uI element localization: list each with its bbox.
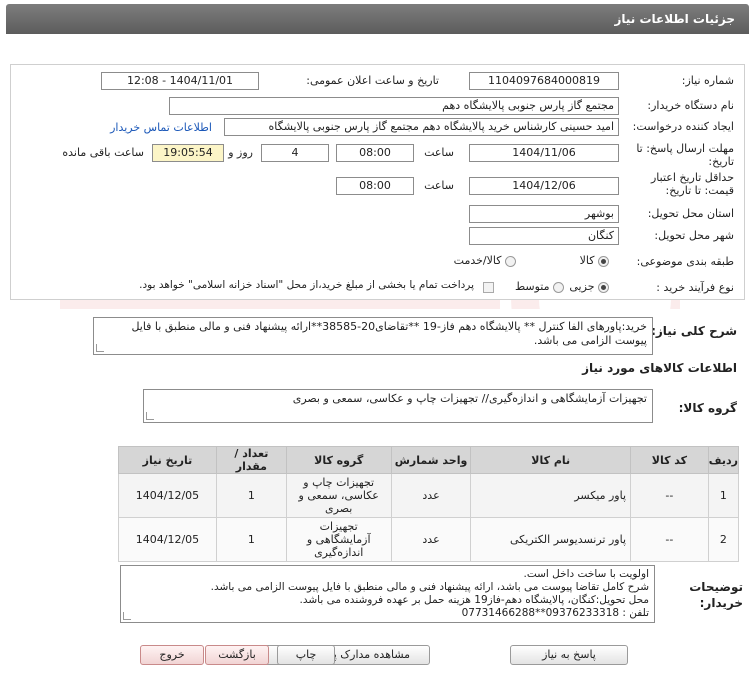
cell-row: 1 <box>707 473 740 518</box>
remaining-time-field: 19:05:54 <box>152 144 224 162</box>
cell-code: -- <box>630 473 709 518</box>
reply-deadline-label: مهلت ارسال پاسخ: تا تاریخ: <box>636 142 734 168</box>
items-table: ردیف کد کالا نام کالا واحد شمارش گروه کا… <box>118 446 740 562</box>
resize-handle-icon[interactable] <box>146 412 154 420</box>
radio-icon[interactable] <box>505 255 516 267</box>
reply-time-field: 08:00 <box>336 144 414 162</box>
col-group: گروه کالا <box>285 446 392 474</box>
payment-note: پرداخت تمام یا بخشی از مبلغ خرید،از محل … <box>139 279 474 291</box>
col-code: کد کالا <box>630 446 709 474</box>
back-button[interactable]: بازگشت <box>205 645 269 665</box>
cell-group: تجهیزات آزمایشگاهی و اندازه‌گیری <box>285 517 392 562</box>
cell-name: پاور میکسر <box>470 473 632 518</box>
radio-icon[interactable] <box>598 255 609 267</box>
table-row[interactable]: 2 -- پاور ترنسدیوسر الکتریکی عدد تجهیزات… <box>118 517 740 562</box>
notes-line: محل تحویل:کنگان، پالایشگاه دهم-فاز19 هزی… <box>299 594 649 606</box>
cell-qty: 1 <box>215 517 287 562</box>
table-row[interactable]: 1 -- پاور میکسر عدد تجهیزات چاپ و عکاسی،… <box>118 473 740 518</box>
process-option-medium[interactable]: متوسط <box>515 280 564 293</box>
notes-line: اولویت با ساخت داخل است. <box>523 568 649 580</box>
cell-unit: عدد <box>390 473 472 518</box>
col-unit: واحد شمارش <box>390 446 472 474</box>
reply-time-label: ساعت <box>424 146 454 159</box>
radio-icon[interactable] <box>553 281 564 293</box>
cell-unit: عدد <box>390 517 472 562</box>
price-time-field: 08:00 <box>336 177 414 195</box>
process-label: نوع فرآیند خرید : <box>656 281 734 294</box>
cell-row: 2 <box>707 517 740 562</box>
need-number-field: 1104097684000819 <box>469 72 619 90</box>
city-field: کنگان <box>469 227 619 245</box>
resize-handle-icon[interactable] <box>96 344 104 352</box>
col-row: ردیف <box>707 446 740 474</box>
price-date-field: 1404/12/06 <box>469 177 619 195</box>
radio-icon[interactable] <box>598 281 609 293</box>
need-info-panel: شماره نیاز: 1104097684000819 تاریخ و ساع… <box>10 64 745 300</box>
page-title: جزئیات اطلاعات نیاز <box>6 4 749 34</box>
print-button[interactable]: چاپ <box>277 645 335 665</box>
cell-date: 1404/12/05 <box>118 517 217 562</box>
buyer-org-field: مجتمع گاز پارس جنوبی پالایشگاه دهم <box>169 97 619 115</box>
goods-group-text: تجهیزات آزمایشگاهی و اندازه‌گیری// تجهیز… <box>292 392 647 405</box>
buyer-notes-textarea: اولویت با ساخت داخل است. شرح کامل تقاضا … <box>120 565 655 623</box>
buyer-contact-link[interactable]: اطلاعات تماس خریدار <box>110 121 212 134</box>
process-option-minor[interactable]: جزیی <box>569 280 609 293</box>
category-option-goods-service[interactable]: کالا/خدمت <box>454 254 516 267</box>
buyer-notes-label: توضیحات خریدار: <box>689 580 743 610</box>
buyer-org-label: نام دستگاه خریدار: <box>647 99 734 112</box>
goods-group-label: گروه کالا: <box>678 401 737 415</box>
table-header-row: ردیف کد کالا نام کالا واحد شمارش گروه کا… <box>118 446 740 474</box>
resize-handle-icon[interactable] <box>123 612 131 620</box>
days-label: روز و <box>228 146 253 159</box>
requester-label: ایجاد کننده درخواست: <box>632 120 734 133</box>
summary-text: خرید:پاورهای الفا کنترل ** پالایشگاه دهم… <box>131 320 647 347</box>
category-label: طبقه بندی موضوعی: <box>636 255 734 268</box>
city-label: شهر محل تحویل: <box>654 229 734 242</box>
cell-group: تجهیزات چاپ و عکاسی، سمعی و بصری <box>285 473 392 518</box>
notes-line: تلفن : 09376233318**07731466288 <box>461 607 649 619</box>
cell-name: پاور ترنسدیوسر الکتریکی <box>470 517 632 562</box>
price-validity-label: حداقل تاریخ اعتبار قیمت: تا تاریخ: <box>650 171 734 197</box>
cell-code: -- <box>630 517 709 562</box>
col-qty: تعداد / مقدار <box>215 446 287 474</box>
requester-field: امید حسینی کارشناس خرید پالایشگاه دهم مج… <box>224 118 619 136</box>
payment-treasury-checkbox[interactable] <box>483 280 494 293</box>
reply-button[interactable]: پاسخ به نیاز <box>510 645 628 665</box>
province-field: بوشهر <box>469 205 619 223</box>
announce-label: تاریخ و ساعت اعلان عمومی: <box>306 74 439 87</box>
remaining-label: ساعت باقی مانده <box>62 146 144 159</box>
summary-textarea: خرید:پاورهای الفا کنترل ** پالایشگاه دهم… <box>93 317 653 355</box>
announce-field: 1404/11/01 - 12:08 <box>101 72 259 90</box>
exit-button[interactable]: خروج <box>140 645 204 665</box>
cell-qty: 1 <box>215 473 287 518</box>
notes-line: شرح کامل تقاضا پیوست می باشد، ارائه پیشن… <box>210 581 649 593</box>
col-name: نام کالا <box>470 446 632 474</box>
category-option-goods[interactable]: کالا <box>580 254 609 267</box>
reply-date-field: 1404/11/06 <box>469 144 619 162</box>
price-time-label: ساعت <box>424 179 454 192</box>
checkbox-icon[interactable] <box>483 281 494 293</box>
province-label: استان محل تحویل: <box>647 207 734 220</box>
cell-date: 1404/12/05 <box>118 473 217 518</box>
goods-group-textarea: تجهیزات آزمایشگاهی و اندازه‌گیری// تجهیز… <box>143 389 653 423</box>
goods-section-title: اطلاعات کالاهای مورد نیاز <box>582 361 737 375</box>
col-date: تاریخ نیاز <box>118 446 217 474</box>
days-field: 4 <box>261 144 329 162</box>
need-number-label: شماره نیاز: <box>681 74 734 87</box>
summary-panel: شرح کلی نیاز: خرید:پاورهای الفا کنترل **… <box>10 309 745 434</box>
summary-label: شرح کلی نیاز: <box>651 324 737 338</box>
